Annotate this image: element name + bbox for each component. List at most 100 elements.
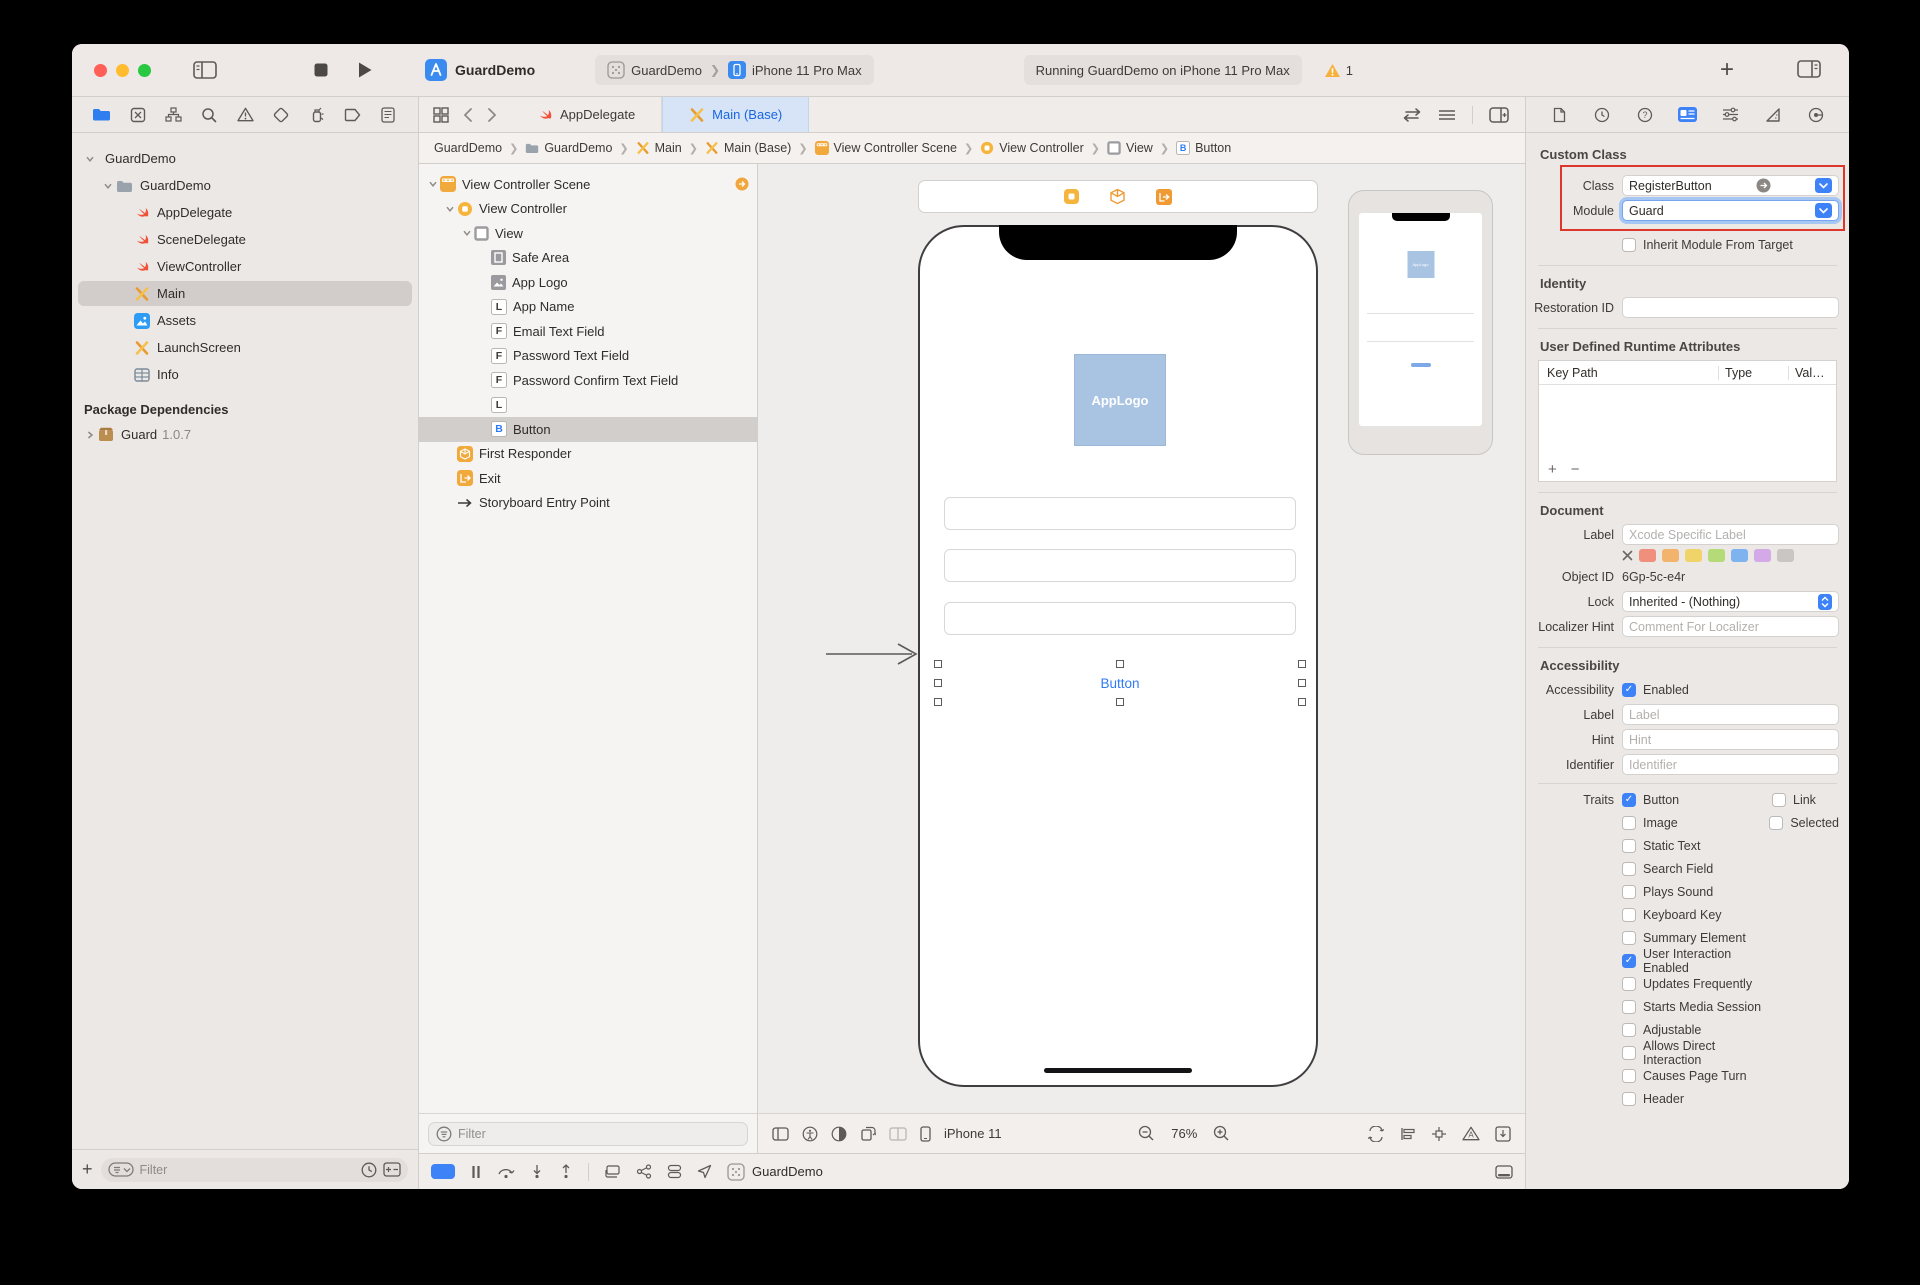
breadcrumb-button[interactable]: BButton xyxy=(1176,141,1231,155)
checkbox[interactable] xyxy=(1622,839,1636,853)
memory-graph-icon[interactable] xyxy=(636,1164,652,1179)
trait-header[interactable]: Header xyxy=(1622,1092,1684,1106)
outline-item-empty-label[interactable]: L xyxy=(419,393,757,418)
a11y-hint-field[interactable]: Hint xyxy=(1622,729,1839,750)
add-constraints-icon[interactable] xyxy=(1431,1126,1447,1142)
breadcrumb-main-base-[interactable]: Main (Base) xyxy=(705,141,791,155)
navigator-item-appdelegate[interactable]: AppDelegate xyxy=(72,199,418,226)
disclosure-icon[interactable] xyxy=(100,181,116,191)
runtime-attributes-table[interactable]: Key Path Type Val… + − xyxy=(1538,360,1837,482)
selection-handle[interactable] xyxy=(934,698,942,706)
accessibility-preview-icon[interactable] xyxy=(802,1126,818,1142)
outline-item-app-logo[interactable]: App Logo xyxy=(419,270,757,295)
add-editor-icon[interactable] xyxy=(1489,107,1509,123)
simulate-location-icon[interactable] xyxy=(697,1164,712,1179)
outline-item-button[interactable]: BButton xyxy=(419,417,757,442)
selection-handle[interactable] xyxy=(1116,660,1124,668)
a11y-identifier-field[interactable]: Identifier xyxy=(1622,754,1839,775)
checkbox[interactable] xyxy=(1622,1069,1636,1083)
add-file-button[interactable]: + xyxy=(82,1159,93,1180)
navigator-item-info[interactable]: Info xyxy=(72,361,418,388)
app-logo-view[interactable]: AppLogo xyxy=(1074,354,1166,446)
navigator-tab-find[interactable] xyxy=(191,107,227,123)
outline-item-password-confirm-text-field[interactable]: FPassword Confirm Text Field xyxy=(419,368,757,393)
tab-main-base[interactable]: Main (Base) xyxy=(662,97,809,132)
checkbox[interactable] xyxy=(1622,908,1636,922)
checkbox[interactable] xyxy=(1622,885,1636,899)
zoom-out-icon[interactable] xyxy=(1138,1125,1155,1142)
trait-plays-sound[interactable]: Plays Sound xyxy=(1622,885,1713,899)
close-window-button[interactable] xyxy=(94,64,107,77)
running-app[interactable]: GuardDemo xyxy=(727,1163,823,1181)
orientation-icon[interactable] xyxy=(860,1126,876,1141)
device-label[interactable]: iPhone 11 xyxy=(944,1126,1002,1141)
color-swatch-3[interactable] xyxy=(1708,549,1725,562)
selection-handle[interactable] xyxy=(1298,698,1306,706)
checkbox[interactable] xyxy=(1622,1023,1636,1037)
outline-item-view-controller-scene[interactable]: View Controller Scene xyxy=(419,172,757,197)
checkbox[interactable]: ✓ xyxy=(1622,954,1636,968)
inherit-module-checkbox[interactable] xyxy=(1622,238,1636,252)
storyboard-canvas[interactable]: AppLogo Button xyxy=(758,164,1525,1113)
navigator-item-scenedelegate[interactable]: SceneDelegate xyxy=(72,226,418,253)
trait-updates-frequently[interactable]: Updates Frequently xyxy=(1622,977,1752,991)
toggle-inspector-icon[interactable] xyxy=(1797,60,1821,78)
breadcrumb-view-controller-scene[interactable]: View Controller Scene xyxy=(815,141,957,155)
trait-static-text[interactable]: Static Text xyxy=(1622,839,1700,853)
email-text-field-view[interactable] xyxy=(944,497,1296,530)
go-back-icon[interactable] xyxy=(463,107,473,123)
module-dropdown-icon[interactable] xyxy=(1815,203,1832,218)
selection-handle[interactable] xyxy=(1298,660,1306,668)
navigator-tab-issues[interactable] xyxy=(227,107,263,122)
color-swatch-1[interactable] xyxy=(1662,549,1679,562)
register-button-view[interactable]: Button xyxy=(938,664,1302,702)
outline-item-email-text-field[interactable]: FEmail Text Field xyxy=(419,319,757,344)
view-controller-dock-icon[interactable] xyxy=(1064,189,1079,204)
trait-summary-element[interactable]: Summary Element xyxy=(1622,931,1746,945)
align-icon[interactable] xyxy=(1400,1127,1416,1141)
inspector-tab-history[interactable] xyxy=(1581,107,1624,123)
zoom-in-icon[interactable] xyxy=(1213,1125,1230,1142)
trait-allows-direct-interaction[interactable]: Allows Direct Interaction xyxy=(1622,1039,1772,1067)
color-swatch-5[interactable] xyxy=(1754,549,1771,562)
selection-handle[interactable] xyxy=(1298,679,1306,687)
disclosure-icon[interactable] xyxy=(459,228,474,238)
password-text-field-view[interactable] xyxy=(944,549,1296,582)
module-combo[interactable]: Guard xyxy=(1622,200,1839,221)
trait-button[interactable]: ✓Button xyxy=(1622,793,1679,807)
trait-user-interaction-enabled[interactable]: ✓User Interaction Enabled xyxy=(1622,947,1772,975)
storyboard-entry-point-arrow[interactable] xyxy=(824,642,920,666)
restoration-id-field[interactable] xyxy=(1622,297,1839,318)
document-label-field[interactable]: Xcode Specific Label xyxy=(1622,524,1839,545)
navigator-tab-debug[interactable] xyxy=(299,107,335,123)
device-preview-thumbnail[interactable]: AppLogo xyxy=(1348,190,1493,455)
checkbox[interactable] xyxy=(1622,1092,1636,1106)
lock-stepper-icon[interactable] xyxy=(1818,594,1832,610)
view-hierarchy-icon[interactable] xyxy=(604,1164,621,1179)
checkbox[interactable] xyxy=(1622,1000,1636,1014)
lock-dropdown[interactable]: Inherited - (Nothing) xyxy=(1622,591,1839,612)
trait-keyboard-key[interactable]: Keyboard Key xyxy=(1622,908,1722,922)
selection-handle[interactable] xyxy=(1116,698,1124,706)
recent-files-icon[interactable] xyxy=(361,1162,377,1178)
split-view-icon[interactable] xyxy=(889,1127,907,1141)
color-swatch-6[interactable] xyxy=(1777,549,1794,562)
breadcrumb-main[interactable]: Main xyxy=(636,141,682,155)
navigator-item-launchscreen[interactable]: LaunchScreen xyxy=(72,334,418,361)
trait-adjustable[interactable]: Adjustable xyxy=(1622,1023,1701,1037)
selection-handle[interactable] xyxy=(934,679,942,687)
trait-link[interactable]: Link xyxy=(1772,793,1816,807)
stop-button[interactable] xyxy=(313,62,329,78)
navigator-tab-project[interactable] xyxy=(84,107,120,122)
run-button[interactable] xyxy=(357,61,373,79)
warning-badge[interactable]: 1 xyxy=(1324,63,1353,78)
outline-item-app-name[interactable]: LApp Name xyxy=(419,295,757,320)
checkbox[interactable] xyxy=(1622,862,1636,876)
navigator-filter-field[interactable] xyxy=(101,1158,408,1182)
class-field[interactable]: RegisterButton xyxy=(1622,175,1839,196)
outline-filter-input[interactable] xyxy=(458,1127,740,1141)
navigator-item-guarddemo[interactable]: GuardDemo xyxy=(72,145,418,172)
zoom-level[interactable]: 76% xyxy=(1171,1126,1197,1141)
step-out-icon[interactable] xyxy=(559,1164,573,1179)
navigator-item-assets[interactable]: Assets xyxy=(72,307,418,334)
